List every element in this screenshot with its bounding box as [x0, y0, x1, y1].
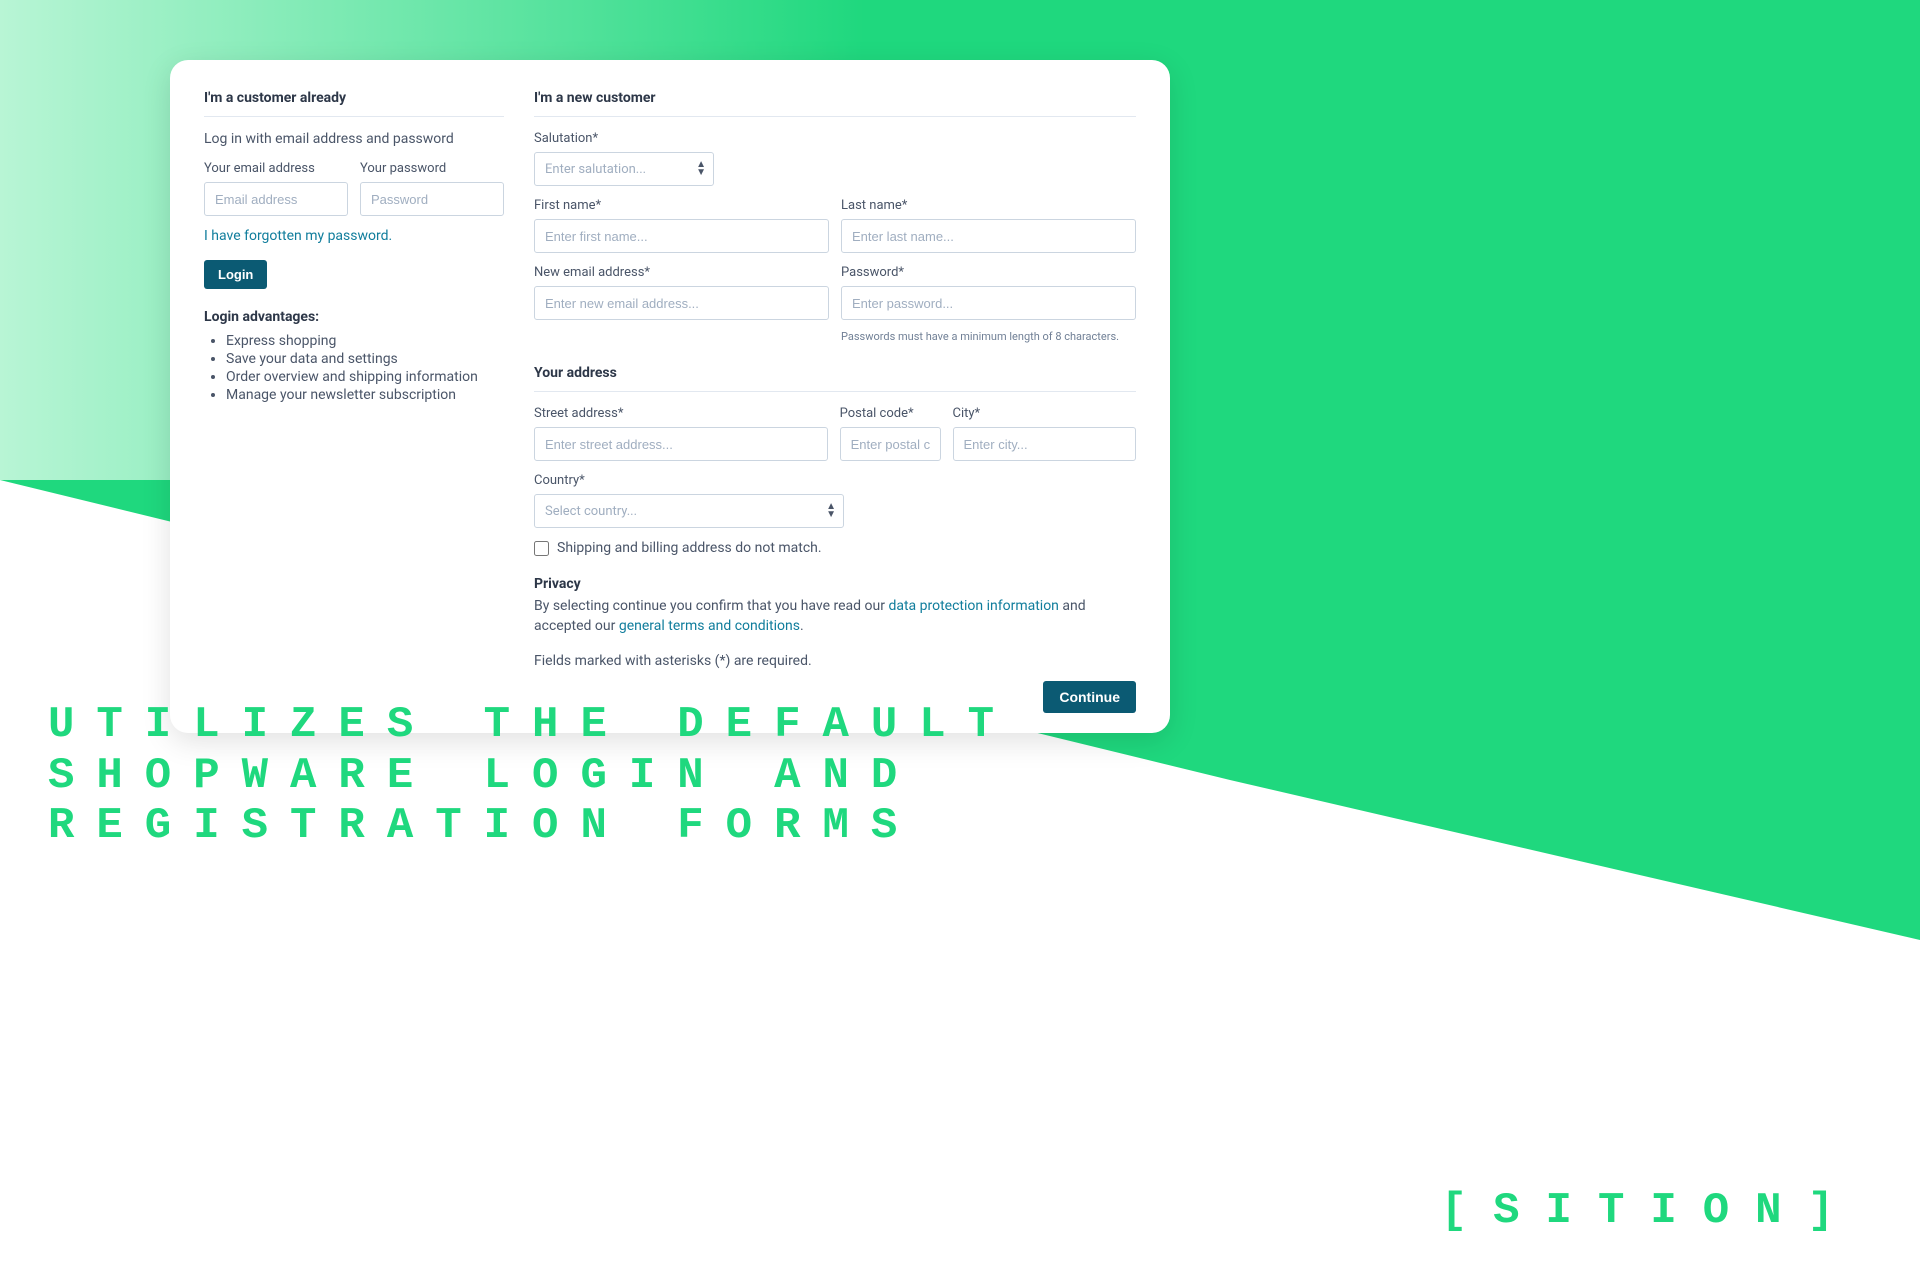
country-select[interactable]: Select country...: [534, 494, 844, 528]
advantage-item: Order overview and shipping information: [226, 369, 504, 385]
address-title: Your address: [534, 365, 1136, 392]
login-email-input[interactable]: [204, 182, 348, 216]
data-protection-link[interactable]: data protection information: [888, 598, 1058, 614]
register-title: I'm a new customer: [534, 90, 1136, 117]
logo-text: SITION: [1493, 1186, 1807, 1236]
postal-label: Postal code*: [840, 406, 941, 421]
street-input[interactable]: [534, 427, 828, 461]
advantage-item: Manage your newsletter subscription: [226, 387, 504, 403]
city-input[interactable]: [953, 427, 1136, 461]
login-instruction: Log in with email address and password: [204, 131, 504, 147]
login-password-input[interactable]: [360, 182, 504, 216]
continue-button[interactable]: Continue: [1043, 681, 1136, 713]
advantages-title: Login advantages:: [204, 309, 504, 325]
advantages-list: Express shopping Save your data and sett…: [204, 333, 504, 403]
new-email-label: New email address*: [534, 265, 829, 280]
first-name-input[interactable]: [534, 219, 829, 253]
terms-link[interactable]: general terms and conditions: [619, 618, 800, 634]
login-email-label: Your email address: [204, 161, 348, 176]
auth-card: I'm a customer already Log in with email…: [170, 60, 1170, 733]
slide-caption: UTILIZES THE DEFAULT SHOPWARE LOGIN AND …: [48, 700, 1016, 852]
country-label: Country*: [534, 473, 844, 488]
street-label: Street address*: [534, 406, 828, 421]
register-password-input[interactable]: [841, 286, 1136, 320]
last-name-input[interactable]: [841, 219, 1136, 253]
bracket-close-icon: ]: [1808, 1186, 1860, 1236]
bracket-open-icon: [: [1441, 1186, 1493, 1236]
new-email-input[interactable]: [534, 286, 829, 320]
register-column: I'm a new customer Salutation* Enter sal…: [534, 90, 1136, 713]
different-address-checkbox[interactable]: [534, 541, 549, 556]
salutation-select[interactable]: Enter salutation...: [534, 152, 714, 186]
last-name-label: Last name*: [841, 198, 1136, 213]
city-label: City*: [953, 406, 1136, 421]
password-hint: Passwords must have a minimum length of …: [841, 330, 1136, 343]
sition-logo: [SITION]: [1441, 1186, 1860, 1236]
login-column: I'm a customer already Log in with email…: [204, 90, 504, 713]
different-address-label: Shipping and billing address do not matc…: [557, 540, 822, 556]
login-title: I'm a customer already: [204, 90, 504, 117]
advantage-item: Express shopping: [226, 333, 504, 349]
privacy-title: Privacy: [534, 576, 1136, 592]
privacy-text: By selecting continue you confirm that y…: [534, 596, 1136, 637]
advantage-item: Save your data and settings: [226, 351, 504, 367]
forgot-password-link[interactable]: I have forgotten my password.: [204, 228, 392, 244]
register-password-label: Password*: [841, 265, 1136, 280]
salutation-label: Salutation*: [534, 131, 714, 146]
postal-input[interactable]: [840, 427, 941, 461]
login-button[interactable]: Login: [204, 260, 267, 289]
required-note: Fields marked with asterisks (*) are req…: [534, 653, 1136, 669]
login-password-label: Your password: [360, 161, 504, 176]
first-name-label: First name*: [534, 198, 829, 213]
